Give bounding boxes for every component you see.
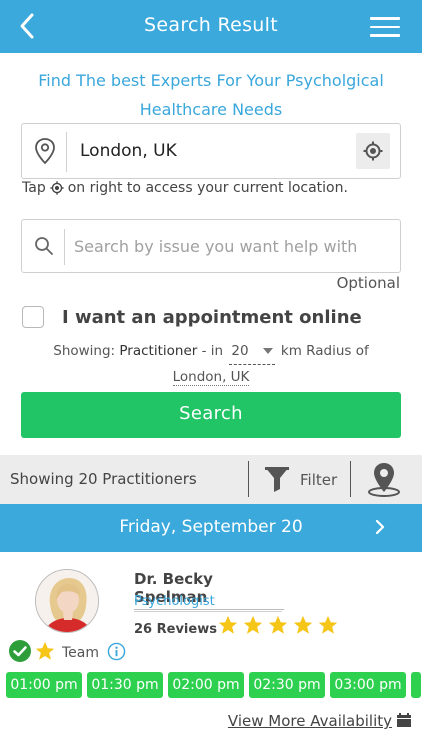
star-icon — [268, 615, 288, 634]
search-summary: Showing: Practitioner - in 20 km Radius … — [0, 339, 422, 390]
page-title: Search Result — [144, 14, 278, 36]
hamburger-menu-icon[interactable] — [370, 17, 400, 37]
online-appointment-checkbox[interactable] — [22, 306, 44, 328]
divider — [64, 229, 65, 265]
date-label: Friday, September 20 — [119, 517, 303, 537]
star-icon — [243, 615, 263, 634]
star-badge-icon — [34, 640, 56, 666]
chevron-right-icon[interactable] — [374, 519, 386, 539]
header-bar: Search Result — [0, 0, 422, 53]
time-slot[interactable]: 01:00 pm — [6, 672, 82, 698]
optional-label: Optional — [336, 274, 400, 292]
search-button[interactable]: Search — [21, 392, 401, 438]
divider — [66, 132, 67, 172]
date-bar: Friday, September 20 — [0, 504, 422, 552]
filter-button[interactable]: Filter — [300, 471, 337, 489]
star-icon — [318, 615, 338, 634]
time-slot[interactable]: 03:00 pm — [330, 672, 406, 698]
hint-prefix: Tap — [22, 180, 46, 196]
location-hint: Tap on right to access your current loca… — [22, 180, 348, 196]
star-rating — [217, 614, 342, 636]
location-value[interactable]: London, UK — [80, 141, 177, 161]
star-icon — [218, 615, 238, 634]
badges-row: Team — [8, 639, 126, 667]
location-pin-icon — [34, 137, 56, 165]
time-slots: 01:00 pm 01:30 pm 02:00 pm 02:30 pm 03:0… — [6, 672, 422, 698]
hint-suffix: on right to access your current location… — [67, 180, 348, 196]
time-slot[interactable] — [411, 672, 421, 698]
results-toolbar: Showing 20 Practitioners Filter — [0, 455, 422, 504]
results-count: Showing 20 Practitioners — [10, 470, 197, 488]
time-slot[interactable]: 02:00 pm — [168, 672, 244, 698]
review-count[interactable]: 26 Reviews — [134, 622, 217, 637]
crosshair-icon — [363, 141, 383, 161]
online-appointment-row[interactable]: I want an appointment online — [22, 306, 362, 328]
issue-search-field[interactable] — [21, 219, 401, 273]
view-more-availability-link[interactable]: View More Availability — [228, 712, 392, 730]
divider — [248, 461, 249, 497]
avatar[interactable] — [35, 569, 99, 633]
location-field[interactable]: London, UK — [21, 123, 401, 179]
chevron-down-icon — [262, 348, 273, 354]
map-view-icon[interactable] — [367, 461, 401, 501]
star-icon — [293, 615, 313, 634]
search-icon — [34, 236, 54, 260]
time-slot[interactable]: 02:30 pm — [249, 672, 325, 698]
practitioner-card[interactable]: Dr. Becky Spelman Psychologist 26 Review… — [0, 552, 422, 750]
showing-suffix: km Radius of — [280, 343, 369, 359]
current-location-button[interactable] — [356, 133, 390, 169]
info-icon[interactable] — [107, 642, 126, 665]
time-slot[interactable]: 01:30 pm — [87, 672, 163, 698]
practitioner-type-select[interactable]: Practitioner — [119, 343, 197, 359]
showing-mid: - in — [201, 343, 224, 359]
tagline: Find The best Experts For Your Psycholgi… — [38, 71, 384, 119]
radius-value: 20 — [231, 343, 249, 359]
team-label: Team — [62, 645, 100, 661]
practitioner-role[interactable]: Psychologist — [134, 594, 282, 612]
radius-select[interactable]: 20 — [229, 339, 275, 365]
showing-location: London, UK — [172, 369, 250, 386]
online-appointment-label[interactable]: I want an appointment online — [62, 307, 362, 328]
issue-search-input[interactable] — [74, 226, 394, 266]
showing-prefix: Showing: — [53, 343, 116, 359]
crosshair-icon — [50, 181, 64, 195]
calendar-icon[interactable] — [396, 712, 412, 732]
divider — [350, 461, 351, 497]
funnel-icon[interactable] — [264, 465, 290, 497]
verified-check-icon — [8, 639, 32, 667]
